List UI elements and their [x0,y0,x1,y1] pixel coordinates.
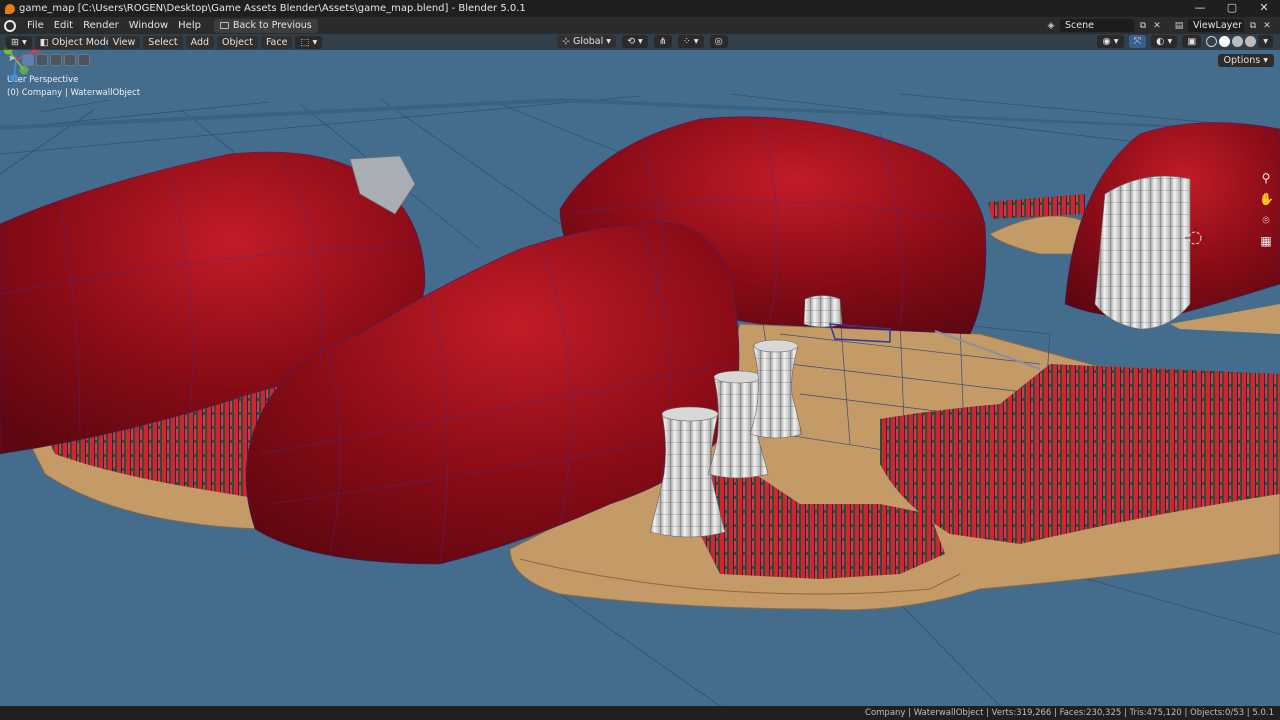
waterwall-object [1094,175,1191,330]
snap-target-selector[interactable]: ⁘ ▾ [677,35,704,48]
blender-logo-icon[interactable] [4,19,16,32]
navigation-icons: ⚲ ✋ ⌾ ▦ [1259,171,1274,248]
pivot-icon: ⟲ [627,36,636,47]
scene-selector-area: ◈ Scene ⧉ ✕ ▤ ViewLayer ⧉ ✕ [1046,17,1272,34]
3d-viewport[interactable]: User Perspective (0) Company | Waterwall… [0,34,1280,706]
window-title: game_map [C:\Users\ROGEN\Desktop\Game As… [19,3,526,14]
new-scene-icon[interactable]: ⧉ [1138,21,1148,31]
scene-statistics: Company | WaterwallObject | Verts:319,26… [865,708,1274,718]
pivot-selector[interactable]: ⟲ ▾ [622,35,648,48]
solid-shading-icon[interactable] [1219,36,1231,47]
gizmo-toggle[interactable]: ⤧ [1128,35,1147,48]
pan-hand-icon[interactable]: ✋ [1259,192,1274,206]
select-subtract-icon[interactable] [50,54,62,66]
scene-name: Scene [1065,20,1094,31]
orientation-icon: ⊹ [562,36,570,47]
xray-icon: ▣ [1187,36,1197,47]
view-layer-icon: ▤ [1174,20,1184,31]
object-info-label: (0) Company | WaterwallObject [7,88,141,98]
visibility-selector[interactable]: ◉ ▾ [1097,35,1124,48]
top-menu-bar: File Edit Render Window Help Back to Pre… [0,17,1280,34]
box-select-icon: ⬚ [300,36,310,48]
mode-label: Object Mode [51,36,112,48]
maximize-button[interactable]: ▢ [1216,0,1248,17]
rendered-shading-icon[interactable] [1245,36,1257,47]
cursor-tool-icon[interactable]: ➤ [8,54,20,66]
scene-icon: ◈ [1047,20,1055,31]
menu-file[interactable]: File [22,17,49,34]
proportional-edit-toggle[interactable]: ◎ [709,35,728,48]
remove-scene-icon[interactable]: ✕ [1152,21,1162,31]
wireframe-shading-icon[interactable] [1206,36,1218,47]
scene-field[interactable]: Scene [1060,19,1134,32]
proportional-icon: ◎ [714,36,723,47]
window-controls: — ▢ ✕ [1184,0,1280,17]
viewport-display-controls: ◉ ▾ ⤧ ◐ ▾ ▣ ▾ [1097,35,1276,48]
view-layer-name: ViewLayer [1193,20,1243,31]
window-titlebar: game_map [C:\Users\ROGEN\Desktop\Game As… [0,0,1280,17]
select-tool-dropdown[interactable]: ⬚ ▾ [295,35,323,49]
shading-options-dropdown[interactable]: ▾ [1258,35,1273,48]
select-intersect-icon[interactable] [78,54,90,66]
menu-select[interactable]: Select [143,35,183,49]
viewport-header: ⊞▾ ◧ Object Mode ▾ View Select Add Objec… [0,34,1280,50]
snap-toggle[interactable]: ⋔ [653,35,672,48]
options-label: Options [1223,55,1261,66]
xray-toggle[interactable]: ▣ [1182,35,1202,48]
minimize-button[interactable]: — [1184,0,1216,17]
options-button[interactable]: Options ▾ [1217,54,1274,67]
magnet-icon: ⋔ [658,36,667,47]
menu-help[interactable]: Help [173,17,206,34]
select-mode-buttons: ➤ [8,54,90,66]
menu-add[interactable]: Add [185,35,215,49]
menu-render[interactable]: Render [78,17,124,34]
transform-controls: ⊹ Global ▾ ⟲ ▾ ⋔ ⁘ ▾ ◎ [557,35,731,48]
select-new-icon[interactable] [22,54,34,66]
screen-icon [219,22,229,29]
select-extend-icon[interactable] [36,54,48,66]
view-layer-field[interactable]: ViewLayer [1188,19,1244,32]
camera-view-icon[interactable]: ⌾ [1259,213,1273,227]
menu-window[interactable]: Window [124,17,173,34]
new-view-layer-icon[interactable]: ⧉ [1248,21,1258,31]
orientation-selector[interactable]: ⊹ Global ▾ [557,35,617,48]
menu-view[interactable]: View [107,35,141,49]
select-invert-icon[interactable] [64,54,76,66]
scene-render [0,93,1280,706]
object-mode-icon: ◧ [39,36,49,48]
menu-face[interactable]: Face [260,35,293,49]
eye-icon: ◉ [1102,36,1111,47]
ortho-grid-icon[interactable]: ▦ [1259,234,1273,248]
back-to-previous-button[interactable]: Back to Previous [213,18,318,33]
material-shading-icon[interactable] [1232,36,1244,47]
small-tank [803,295,843,328]
menu-edit[interactable]: Edit [49,17,78,34]
menu-object[interactable]: Object [217,35,258,49]
chevron-down-icon: ▾ [606,36,612,47]
horizon [0,98,1280,132]
blender-app-icon [5,3,15,14]
zoom-icon[interactable]: ⚲ [1259,171,1273,185]
orientation-label: Global [572,36,604,47]
close-button[interactable]: ✕ [1248,0,1280,17]
status-bar: Company | WaterwallObject | Verts:319,26… [0,706,1280,720]
gizmo-icon: ⤧ [1133,36,1142,47]
editor-type-button[interactable]: ⊞ ▾ [6,35,32,49]
overlay-icon: ◐ [1156,36,1165,47]
back-to-previous-label: Back to Previous [232,19,312,31]
editor-type-icon: ⊞ [11,36,19,48]
mode-selector[interactable]: ◧ Object Mode ▾ [34,35,119,49]
overlay-toggle[interactable]: ◐ ▾ [1151,35,1178,48]
snap-grid-icon: ⁘ [682,36,691,47]
remove-view-layer-icon[interactable]: ✕ [1262,21,1272,31]
